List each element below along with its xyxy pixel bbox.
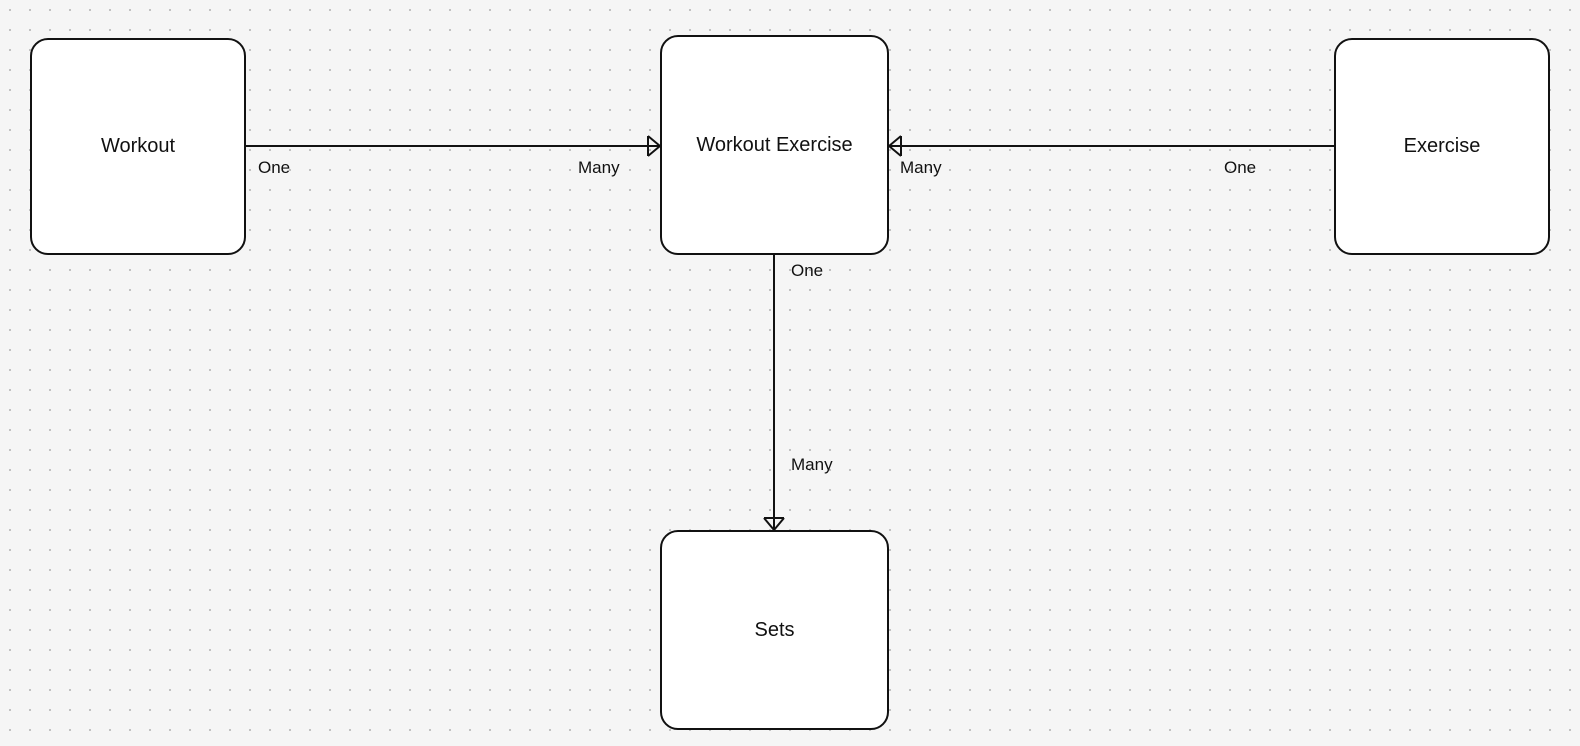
label-workout-one: One [258, 158, 290, 178]
diagram-container: Workout Workout Exercise Exercise Sets O… [0, 0, 1580, 746]
entity-workout-label: Workout [101, 135, 175, 158]
label-exercise-one: One [1224, 158, 1256, 178]
entity-sets-label: Sets [754, 619, 794, 642]
entity-workout-exercise-label: Workout Exercise [696, 134, 852, 157]
entity-exercise: Exercise [1334, 38, 1550, 255]
label-we-many: Many [791, 455, 833, 475]
label-workout-many: Many [578, 158, 620, 178]
entity-sets: Sets [660, 530, 889, 730]
entity-workout: Workout [30, 38, 246, 255]
label-we-one: One [791, 261, 823, 281]
entity-exercise-label: Exercise [1404, 135, 1481, 158]
entity-workout-exercise: Workout Exercise [660, 35, 889, 255]
label-exercise-many: Many [900, 158, 942, 178]
